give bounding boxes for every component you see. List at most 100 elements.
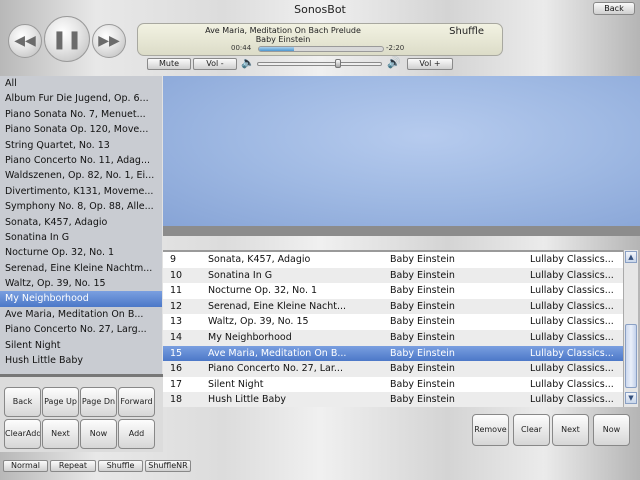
table-row[interactable]: 10 Sonatina In G Baby Einstein Lullaby Clas… [163,267,623,284]
album-list-item[interactable]: Waldszenen, Op. 82, No. 1, Ei... [0,168,162,183]
scroll-thumb[interactable] [625,324,637,388]
table-row[interactable]: 14 My Neighborhood Baby Einstein Lullaby Cl… [163,329,623,346]
track-artist: Baby Einstein [390,254,455,265]
volume-down-button[interactable]: Vol - [193,58,237,70]
queue-track-table: 9 Sonata, K457, Adagio Baby Einstein Lullab… [163,250,623,407]
track-artist: Baby Einstein [390,300,455,312]
remove-button[interactable]: Remove [472,414,509,446]
scroll-down-icon[interactable]: ▼ [625,392,637,404]
album-list-item[interactable]: Nocturne Op. 32, No. 1 [0,245,162,260]
queue-scrollbar[interactable]: ▲ ▼ [623,250,638,407]
back-button[interactable]: Back [593,2,635,15]
album-list-item[interactable]: Waltz, Op. 39, No. 15 [0,276,162,291]
track-artist: Baby Einstein [390,378,455,390]
table-row[interactable]: 15 Ave Maria, Meditation On B... Baby Eins… [163,345,623,362]
table-row[interactable]: 16 Piano Concerto No. 27, Lar... Baby Eins… [163,361,623,377]
volume-slider-knob[interactable] [335,59,342,68]
mode-shufflenr-button[interactable]: ShuffleNR [145,460,191,472]
album-list-item[interactable]: Ave Maria, Meditation On B... [0,307,162,322]
track-title: Piano Concerto No. 27, Lar... [208,363,343,375]
table-row[interactable]: 13 Waltz, Op. 39, No. 15 Baby Einstein Lull… [163,314,623,330]
remaining-time: -2:20 [386,44,405,52]
album-list-item[interactable]: My Neighborhood [0,291,162,307]
album-list-item[interactable]: Sonatina In G [0,230,162,245]
scroll-up-icon[interactable]: ▲ [625,251,637,263]
track-title: Sonatina In G [208,269,273,281]
track-title: Silent Night [208,378,264,390]
album-list-item[interactable]: All [0,76,162,91]
track-title: Hush Little Baby [208,394,287,406]
album-list-item[interactable]: String Quartet, No. 13 [0,138,162,153]
track-album: Lullaby Classics... [530,331,614,343]
now-playing-artist: Baby Einstein [255,35,311,44]
next-track-button[interactable]: ▶▶ [92,24,126,58]
track-number: 15 [170,347,183,359]
album-list-item[interactable]: Piano Concerto No. 11, Adag... [0,153,162,168]
track-title: My Neighborhood [208,331,292,343]
nav-next-button[interactable]: Next [42,419,79,449]
album-list-item[interactable]: Hush Little Baby [0,353,162,368]
album-list-item[interactable]: Silent Night [0,338,162,353]
table-row[interactable]: 12 Serenad, Eine Kleine Nacht... Baby Eins… [163,298,623,315]
track-title: Sonata, K457, Adagio [208,254,311,265]
track-artist: Baby Einstein [390,347,455,359]
track-title: Waltz, Op. 39, No. 15 [208,316,309,328]
track-album: Lullaby Classics... [530,347,614,359]
play-mode-indicator: Shuffle [449,26,484,37]
album-list-item[interactable]: Piano Concerto No. 27, Larg... [0,322,162,337]
now-playing-title: Ave Maria, Meditation On Bach Prelude [205,26,361,35]
skip-back-icon: ◀◀ [14,33,36,49]
track-artist: Baby Einstein [390,394,455,406]
mode-shuffle-button[interactable]: Shuffle [98,460,143,472]
album-list-item[interactable]: Serenad, Eine Kleine Nachtm... [0,261,162,276]
track-artist: Baby Einstein [390,269,455,281]
track-album: Lullaby Classics... [530,316,614,328]
track-album: Lullaby Classics... [530,285,614,297]
album-list-item[interactable]: Divertimento, K131, Moveme... [0,184,162,199]
track-number: 16 [170,363,183,375]
album-list: All Album Fur Die Jugend, Op. 6... Piano S… [0,76,162,374]
track-number: 14 [170,331,183,343]
nav-back-button[interactable]: Back [4,387,41,417]
table-row[interactable]: 18 Hush Little Baby Baby Einstein Lullaby C… [163,392,623,407]
page-up-button[interactable]: Page Up [42,387,79,417]
track-title: Serenad, Eine Kleine Nacht... [208,300,347,312]
progress-bar[interactable] [258,46,384,52]
track-album: Lullaby Classics... [530,300,614,312]
track-album: Lullaby Classics... [530,363,614,375]
volume-slider[interactable] [257,62,382,66]
nav-forward-button[interactable]: Forward [118,387,155,417]
clear-queue-button[interactable]: Clear [513,414,550,446]
progress-fill [259,47,294,51]
queue-next-button[interactable]: Next [552,414,589,446]
album-list-item[interactable]: Piano Sonata No. 7, Menuet... [0,107,162,122]
play-pause-button[interactable]: ❚❚ [44,16,90,62]
speaker-low-icon: 🔈 [241,56,255,69]
previous-track-button[interactable]: ◀◀ [8,24,42,58]
nav-now-button[interactable]: Now [80,419,117,449]
album-art-area [163,76,640,236]
page-down-button[interactable]: Page Dn [80,387,117,417]
album-list-item[interactable]: Album Fur Die Jugend, Op. 6... [0,91,162,106]
track-number: 10 [170,269,183,281]
track-number: 12 [170,300,183,312]
mode-repeat-button[interactable]: Repeat [50,460,96,472]
volume-up-button[interactable]: Vol + [407,58,453,70]
queue-now-button[interactable]: Now [593,414,630,446]
clear-add-button[interactable]: ClearAdd [4,419,41,449]
app-title: SonosBot [294,3,346,16]
track-album: Lullaby Classics... [530,269,614,281]
track-artist: Baby Einstein [390,331,455,343]
table-row[interactable]: 9 Sonata, K457, Adagio Baby Einstein Lullab… [163,252,623,268]
album-list-item[interactable]: Symphony No. 8, Op. 88, Alle... [0,199,162,214]
track-title: Ave Maria, Meditation On B... [208,347,347,359]
mode-normal-button[interactable]: Normal [3,460,48,472]
mute-button[interactable]: Mute [147,58,191,70]
track-number: 18 [170,394,183,406]
track-album: Lullaby Classics... [530,378,614,390]
album-list-item[interactable]: Piano Sonata Op. 120, Move... [0,122,162,137]
add-button[interactable]: Add [118,419,155,449]
table-row[interactable]: 17 Silent Night Baby Einstein Lullaby Class… [163,377,623,393]
album-list-item[interactable]: Sonata, K457, Adagio [0,215,162,230]
table-row[interactable]: 11 Nocturne Op. 32, No. 1 Baby Einstein Lul… [163,283,623,299]
